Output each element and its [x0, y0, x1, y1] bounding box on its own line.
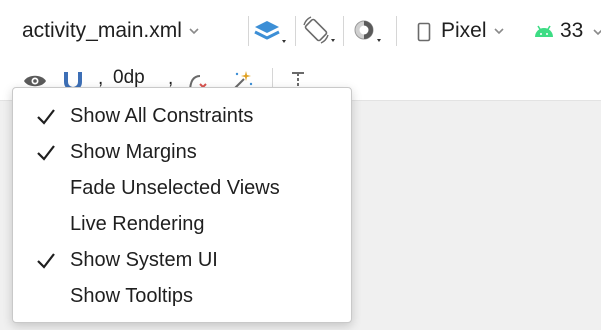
theme-icon — [354, 20, 381, 42]
theme-button[interactable] — [348, 13, 388, 49]
device-selector[interactable]: Pixel — [441, 14, 505, 48]
layers-icon — [254, 21, 286, 43]
file-selector[interactable]: activity_main.xml — [22, 14, 200, 48]
orientation-button[interactable] — [300, 13, 340, 49]
chevron-down-icon — [592, 26, 601, 38]
design-surface-button[interactable] — [252, 14, 292, 50]
menu-item-show-margins[interactable]: Show Margins — [13, 134, 351, 170]
toolbar-separator — [343, 16, 344, 46]
checkmark-icon — [35, 250, 57, 272]
menu-item-show-system-ui[interactable]: Show System UI — [13, 242, 351, 278]
menu-item-label: Live Rendering — [70, 213, 205, 235]
toolbar-separator — [295, 16, 296, 46]
menu-item-live-rendering[interactable]: Live Rendering — [13, 206, 351, 242]
menu-item-label: Show Margins — [70, 141, 197, 163]
chevron-down-icon — [493, 25, 505, 37]
menu-item-show-tooltips[interactable]: Show Tooltips — [13, 278, 351, 314]
file-name-label: activity_main.xml — [22, 19, 182, 42]
phone-icon — [414, 20, 434, 44]
layout-editor: activity_main.xml Pixel 33 , , 0dp Show … — [0, 0, 601, 330]
menu-item-label: Show Tooltips — [70, 285, 194, 307]
menu-item-label: Show All Constraints — [70, 105, 254, 127]
rotate-icon — [303, 16, 335, 44]
design-toolbar: activity_main.xml Pixel 33 — [0, 0, 601, 62]
android-icon — [532, 20, 556, 42]
menu-item-label: Show System UI — [70, 249, 218, 271]
device-name: Pixel — [441, 19, 487, 42]
menu-item-label: Fade Unselected Views — [70, 177, 280, 199]
menu-item-show-all-constraints[interactable]: Show All Constraints — [13, 98, 351, 134]
api-level-selector[interactable]: 33 — [560, 14, 583, 48]
chevron-down-icon — [188, 25, 200, 37]
view-options-menu: Show All Constraints Show Margins Fade U… — [12, 87, 352, 323]
api-level-value: 33 — [560, 19, 584, 42]
toolbar-separator — [248, 16, 249, 46]
default-margin-value: 0dp — [113, 67, 145, 88]
checkmark-icon — [35, 142, 57, 164]
menu-item-fade-unselected-views[interactable]: Fade Unselected Views — [13, 170, 351, 206]
checkmark-icon — [35, 106, 57, 128]
toolbar-separator — [396, 16, 397, 46]
